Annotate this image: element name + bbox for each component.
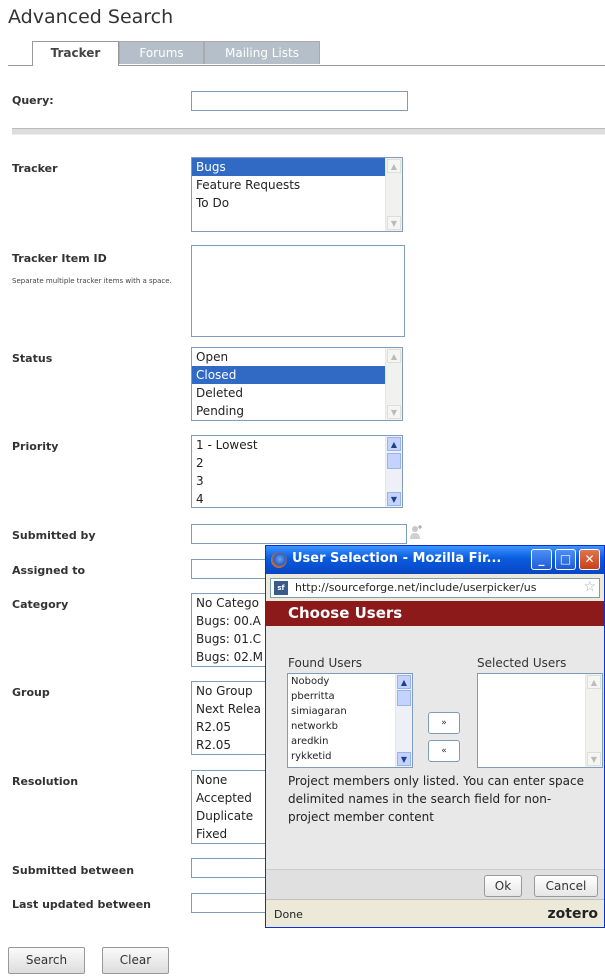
status-option[interactable]: Pending bbox=[192, 402, 402, 420]
info-text: Project members only listed. You can ent… bbox=[288, 774, 584, 824]
submitted-between-label: Submitted between bbox=[12, 864, 135, 877]
user-item[interactable]: Nobody bbox=[288, 674, 412, 689]
resolution-label: Resolution bbox=[12, 775, 79, 788]
url-text[interactable]: http://sourceforge.net/include/userpicke… bbox=[295, 581, 536, 594]
tracker-option[interactable]: Bugs bbox=[192, 158, 402, 176]
window-titlebar[interactable]: User Selection - Mozilla Fir... _ □ ✕ bbox=[266, 546, 604, 574]
scroll-thumb[interactable] bbox=[387, 453, 401, 469]
window-title: User Selection - Mozilla Fir... bbox=[292, 551, 502, 566]
minimize-icon[interactable]: _ bbox=[531, 549, 552, 570]
tracker-scrollbar[interactable]: ▲ ▼ bbox=[385, 158, 402, 231]
scroll-up-icon[interactable]: ▲ bbox=[397, 675, 411, 689]
scroll-down-icon[interactable]: ▼ bbox=[397, 752, 411, 766]
priority-scrollbar[interactable]: ▲ ▼ bbox=[385, 436, 402, 507]
user-item[interactable]: pberritta bbox=[288, 689, 412, 704]
priority-option[interactable]: 1 - Lowest bbox=[192, 436, 402, 454]
tracker-option[interactable]: Feature Requests bbox=[192, 176, 402, 194]
popup-content: Found Users Selected Users Nobody pberri… bbox=[266, 626, 604, 869]
found-users-scrollbar[interactable]: ▲ ▼ bbox=[395, 674, 412, 767]
category-label: Category bbox=[12, 598, 69, 611]
scroll-down-icon[interactable]: ▼ bbox=[387, 216, 401, 230]
tracker-item-id-label: Tracker Item ID bbox=[12, 252, 107, 265]
scroll-thumb[interactable] bbox=[397, 690, 411, 706]
priority-label: Priority bbox=[12, 440, 59, 453]
user-item[interactable]: aredkin bbox=[288, 734, 412, 749]
status-select[interactable]: Open Closed Deleted Pending ▲ ▼ bbox=[191, 347, 403, 421]
query-label: Query: bbox=[12, 94, 54, 107]
remove-user-button[interactable]: « bbox=[428, 740, 460, 762]
status-scrollbar[interactable]: ▲ ▼ bbox=[385, 348, 402, 420]
choose-users-header: Choose Users bbox=[266, 601, 604, 626]
scroll-up-icon[interactable]: ▲ bbox=[387, 159, 401, 173]
tracker-label: Tracker bbox=[12, 162, 58, 175]
close-icon[interactable]: ✕ bbox=[579, 549, 600, 570]
user-selection-window: User Selection - Mozilla Fir... _ □ ✕ sf… bbox=[265, 545, 605, 928]
cancel-button[interactable]: Cancel bbox=[534, 875, 598, 897]
priority-option[interactable]: 2 bbox=[192, 454, 402, 472]
scroll-down-icon[interactable]: ▼ bbox=[587, 752, 601, 766]
page-title: Advanced Search bbox=[8, 6, 174, 28]
scroll-up-icon[interactable]: ▲ bbox=[587, 675, 601, 689]
clear-button[interactable]: Clear bbox=[102, 947, 169, 974]
priority-select[interactable]: 1 - Lowest 2 3 4 ▲ ▼ bbox=[191, 435, 403, 508]
tracker-item-id-textarea[interactable] bbox=[191, 245, 405, 337]
status-text: Done bbox=[274, 908, 303, 921]
divider bbox=[12, 128, 605, 135]
tab-tracker[interactable]: Tracker bbox=[32, 41, 119, 66]
status-bar: Done zotero bbox=[266, 899, 604, 927]
assigned-to-label: Assigned to bbox=[12, 564, 86, 577]
zotero-logo[interactable]: zotero bbox=[548, 906, 598, 922]
selected-users-scrollbar[interactable]: ▲ ▼ bbox=[585, 674, 602, 767]
url-bar[interactable]: sf http://sourceforge.net/include/userpi… bbox=[270, 578, 600, 598]
search-button[interactable]: Search bbox=[8, 947, 85, 974]
user-item[interactable]: simiagaran bbox=[288, 704, 412, 719]
submitted-by-label: Submitted by bbox=[12, 529, 96, 542]
tracker-option[interactable]: To Do bbox=[192, 194, 402, 212]
priority-option[interactable]: 4 bbox=[192, 490, 402, 507]
tab-forums[interactable]: Forums bbox=[119, 41, 204, 64]
scroll-down-icon[interactable]: ▼ bbox=[387, 405, 401, 419]
query-input[interactable] bbox=[191, 91, 408, 111]
add-user-button[interactable]: » bbox=[428, 712, 460, 734]
tab-mailing-lists[interactable]: Mailing Lists bbox=[204, 41, 320, 64]
selected-users-label: Selected Users bbox=[477, 656, 567, 670]
status-label: Status bbox=[12, 352, 53, 365]
selected-users-list[interactable]: ▲ ▼ bbox=[477, 673, 603, 768]
popup-footer: Ok Cancel bbox=[266, 869, 604, 900]
user-item[interactable]: networkb bbox=[288, 719, 412, 734]
tab-bar: Tracker Forums Mailing Lists bbox=[8, 41, 605, 66]
user-picker-icon[interactable] bbox=[409, 524, 423, 540]
bookmark-star-icon[interactable]: ☆ bbox=[583, 579, 596, 595]
scroll-down-icon[interactable]: ▼ bbox=[387, 492, 401, 506]
firefox-icon bbox=[271, 552, 287, 568]
priority-option[interactable]: 3 bbox=[192, 472, 402, 490]
scroll-up-icon[interactable]: ▲ bbox=[387, 437, 401, 451]
last-updated-between-label: Last updated between bbox=[12, 898, 151, 911]
maximize-icon[interactable]: □ bbox=[555, 549, 576, 570]
status-option[interactable]: Open bbox=[192, 348, 402, 366]
group-label: Group bbox=[12, 686, 50, 699]
submitted-by-input[interactable] bbox=[191, 524, 407, 544]
user-item[interactable]: rykketid bbox=[288, 749, 412, 764]
status-option[interactable]: Deleted bbox=[192, 384, 402, 402]
tracker-select[interactable]: Bugs Feature Requests To Do ▲ ▼ bbox=[191, 157, 403, 232]
found-users-label: Found Users bbox=[288, 656, 363, 670]
found-users-list[interactable]: Nobody pberritta simiagaran networkb are… bbox=[287, 673, 413, 768]
sourceforge-favicon-icon: sf bbox=[274, 581, 288, 595]
scroll-up-icon[interactable]: ▲ bbox=[387, 349, 401, 363]
tracker-item-id-hint: Separate multiple tracker items with a s… bbox=[12, 277, 172, 285]
ok-button[interactable]: Ok bbox=[484, 875, 522, 897]
status-option[interactable]: Closed bbox=[192, 366, 402, 384]
